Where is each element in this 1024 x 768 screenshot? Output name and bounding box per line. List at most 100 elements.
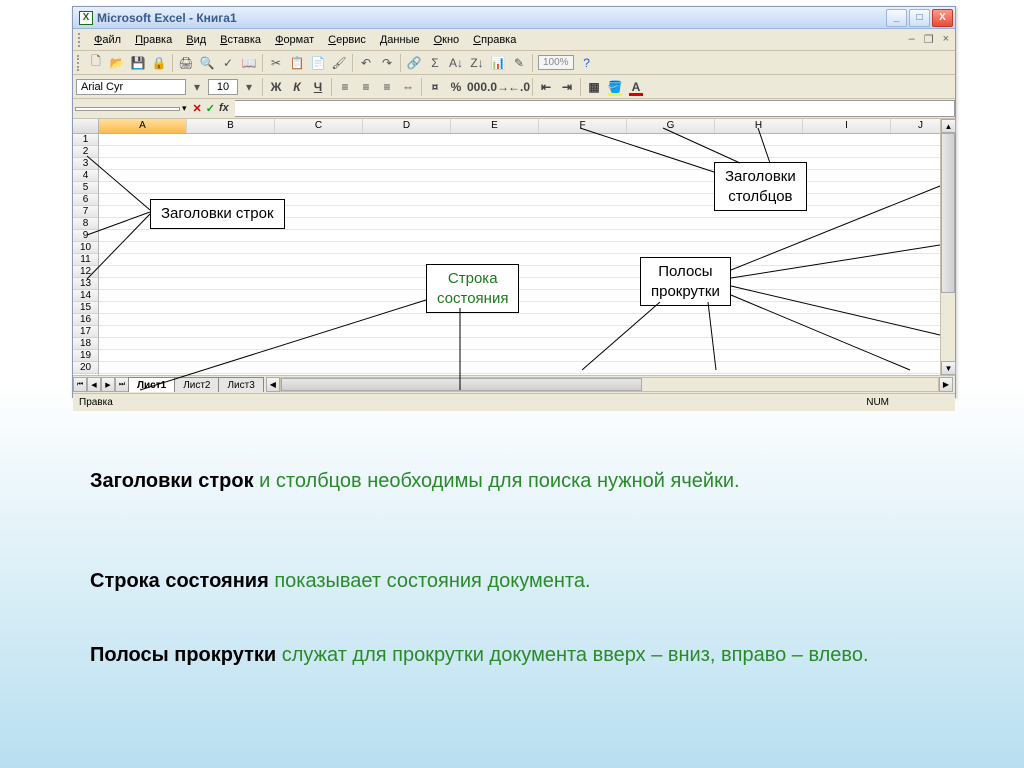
column-header[interactable]: C (275, 119, 363, 133)
last-sheet-icon[interactable]: ⏭ (115, 377, 129, 392)
column-header[interactable]: E (451, 119, 539, 133)
increase-decimal-icon[interactable]: .0→ (488, 77, 508, 97)
row-header[interactable]: 11 (73, 254, 98, 266)
titlebar[interactable]: X Microsoft Excel - Книга1 _ □ X (73, 7, 955, 29)
scroll-up-icon[interactable]: ▲ (941, 119, 956, 133)
paste-icon[interactable]: 📄 (308, 53, 328, 73)
decrease-indent-icon[interactable]: ⇤ (536, 77, 556, 97)
spell-icon[interactable]: ✓ (218, 53, 238, 73)
percent-icon[interactable]: % (446, 77, 466, 97)
chevron-down-icon[interactable]: ▾ (187, 77, 207, 97)
menu-window[interactable]: Окно (427, 32, 467, 48)
column-header[interactable]: H (715, 119, 803, 133)
scroll-thumb[interactable] (941, 133, 955, 293)
select-all-corner[interactable] (73, 119, 98, 134)
enter-icon[interactable]: ✓ (206, 102, 215, 115)
research-icon[interactable]: 📖 (239, 53, 259, 73)
menu-view[interactable]: Вид (179, 32, 213, 48)
scroll-right-icon[interactable]: ▶ (939, 377, 953, 392)
mdi-close-button[interactable]: × (943, 33, 949, 46)
font-color-icon[interactable]: A (626, 77, 646, 97)
close-button[interactable]: X (932, 9, 953, 27)
copy-icon[interactable]: 📋 (287, 53, 307, 73)
row-header[interactable]: 12 (73, 266, 98, 278)
hyperlink-icon[interactable]: 🔗 (404, 53, 424, 73)
underline-button[interactable]: Ч (308, 77, 328, 97)
cell-area[interactable] (99, 134, 955, 374)
redo-icon[interactable]: ↷ (377, 53, 397, 73)
row-header[interactable]: 5 (73, 182, 98, 194)
row-header[interactable]: 13 (73, 278, 98, 290)
row-header[interactable]: 1 (73, 134, 98, 146)
menu-format[interactable]: Формат (268, 32, 321, 48)
menu-edit[interactable]: Правка (128, 32, 179, 48)
save-icon[interactable]: 💾 (128, 53, 148, 73)
scroll-left-icon[interactable]: ◀ (266, 377, 280, 392)
bold-button[interactable]: Ж (266, 77, 286, 97)
row-header[interactable]: 10 (73, 242, 98, 254)
mdi-restore-button[interactable]: ❐ (924, 33, 934, 46)
row-header[interactable]: 15 (73, 302, 98, 314)
sheet-tab-3[interactable]: Лист3 (218, 377, 263, 392)
menu-insert[interactable]: Вставка (213, 32, 268, 48)
column-header[interactable]: G (627, 119, 715, 133)
row-header[interactable]: 16 (73, 314, 98, 326)
row-header[interactable]: 2 (73, 146, 98, 158)
zoom-combo[interactable]: 100% (538, 55, 574, 70)
horizontal-scrollbar[interactable]: ◀ ▶ (266, 377, 953, 392)
row-header[interactable]: 14 (73, 290, 98, 302)
menu-data[interactable]: Данные (373, 32, 427, 48)
mdi-minimize-button[interactable]: – (909, 33, 915, 46)
menu-tools[interactable]: Сервис (321, 32, 373, 48)
font-size-combo[interactable]: 10 (208, 79, 238, 95)
row-header[interactable]: 20 (73, 362, 98, 374)
row-header[interactable]: 6 (73, 194, 98, 206)
row-header[interactable]: 3 (73, 158, 98, 170)
name-box[interactable] (75, 107, 180, 111)
chart-icon[interactable]: 📊 (488, 53, 508, 73)
fill-color-icon[interactable]: 🪣 (605, 77, 625, 97)
cancel-icon[interactable]: ✕ (193, 102, 202, 115)
toolbar-handle[interactable] (78, 33, 84, 47)
row-header[interactable]: 17 (73, 326, 98, 338)
column-header[interactable]: B (187, 119, 275, 133)
increase-indent-icon[interactable]: ⇥ (557, 77, 577, 97)
column-header[interactable]: D (363, 119, 451, 133)
menu-file[interactable]: Файл (87, 32, 128, 48)
fx-icon[interactable]: fx (219, 102, 229, 115)
sort-desc-icon[interactable]: Z↓ (467, 53, 487, 73)
next-sheet-icon[interactable]: ▶ (101, 377, 115, 392)
minimize-button[interactable]: _ (886, 9, 907, 27)
font-name-combo[interactable]: Arial Cyr (76, 79, 186, 95)
vertical-scrollbar[interactable]: ▲ ▼ (940, 119, 955, 375)
menu-help[interactable]: Справка (466, 32, 523, 48)
scroll-down-icon[interactable]: ▼ (941, 361, 956, 375)
column-header[interactable]: I (803, 119, 891, 133)
sheet-tab-2[interactable]: Лист2 (174, 377, 219, 392)
toolbar-handle[interactable] (77, 55, 83, 71)
chevron-down-icon[interactable]: ▾ (239, 77, 259, 97)
currency-icon[interactable]: ¤ (425, 77, 445, 97)
row-header[interactable]: 4 (73, 170, 98, 182)
formula-input[interactable] (235, 100, 955, 117)
preview-icon[interactable]: 🔍 (197, 53, 217, 73)
prev-sheet-icon[interactable]: ◀ (87, 377, 101, 392)
open-icon[interactable]: 📂 (107, 53, 127, 73)
align-center-icon[interactable]: ≡ (356, 77, 376, 97)
borders-icon[interactable]: ▦ (584, 77, 604, 97)
drawing-icon[interactable]: ✎ (509, 53, 529, 73)
help-icon[interactable]: ? (577, 53, 597, 73)
format-painter-icon[interactable]: 🖌 (329, 53, 349, 73)
column-header[interactable]: A (99, 119, 187, 133)
first-sheet-icon[interactable]: ⏮ (73, 377, 87, 392)
row-header[interactable]: 19 (73, 350, 98, 362)
comma-icon[interactable]: 000 (467, 77, 487, 97)
new-icon[interactable]: 🗋 (86, 53, 106, 73)
undo-icon[interactable]: ↶ (356, 53, 376, 73)
italic-button[interactable]: К (287, 77, 307, 97)
row-header[interactable]: 8 (73, 218, 98, 230)
column-header[interactable]: F (539, 119, 627, 133)
permission-icon[interactable]: 🔒 (149, 53, 169, 73)
sort-asc-icon[interactable]: A↓ (446, 53, 466, 73)
row-header[interactable]: 9 (73, 230, 98, 242)
